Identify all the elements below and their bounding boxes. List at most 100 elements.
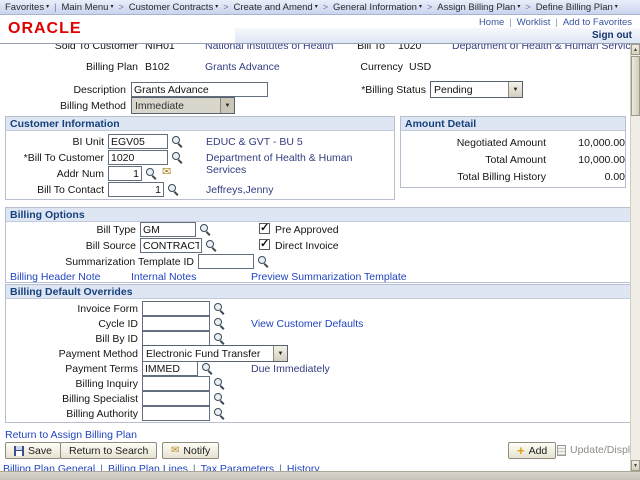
check-icon: ✓ [260,221,269,234]
billing-plan-label: Billing Plan [58,61,138,73]
billing-default-overrides-header: Billing Default Overrides [6,285,630,299]
payment-terms-label: Payment Terms [26,363,138,375]
billing-plan-general-link[interactable]: Billing Plan General [3,463,95,471]
cycle-id-input[interactable] [142,316,210,331]
billing-plan-lines-link[interactable]: Billing Plan Lines [108,463,188,471]
breadcrumb-separator: > [323,2,328,12]
bill-source-input[interactable] [140,238,202,253]
envelope-icon[interactable]: ✉ [162,167,171,178]
lookup-icon[interactable] [200,361,214,375]
sold-to-customer-value: NIH01 [145,44,175,52]
breadcrumb-item-label: General Information [333,2,417,13]
invoice-form-input[interactable] [142,301,210,316]
addr-num-label: Addr Num [14,168,104,180]
breadcrumb-item-label: Customer Contracts [129,2,213,13]
breadcrumb-create-and-amend[interactable]: Create and Amend ▾ [233,2,317,13]
document-icon [557,445,566,456]
scroll-up-button[interactable]: ▲ [631,44,640,55]
bill-to-name: Department of Health & Human Services [452,44,630,52]
add-to-favorites-link[interactable]: Add to Favorites [563,17,632,28]
billing-header-note-link[interactable]: Billing Header Note [10,271,100,283]
breadcrumb-favorites[interactable]: Favorites ▾ [5,2,49,13]
direct-invoice-checkbox[interactable]: ✓ [259,239,270,250]
billing-specialist-input[interactable] [142,391,210,406]
addr-num-input[interactable] [108,166,142,181]
lookup-icon[interactable] [170,134,184,148]
bill-to-customer-input[interactable] [108,150,168,165]
payment-terms-input[interactable] [142,361,198,376]
bill-to-contact-input[interactable] [108,182,164,197]
bi-unit-description: EDUC & GVT - BU 5 [206,136,303,148]
payment-method-label: Payment Method [26,348,138,360]
description-input[interactable] [131,82,268,97]
worklist-link[interactable]: Worklist [517,17,551,28]
billing-status-select[interactable]: Pending ▼ [430,81,523,98]
chevron-down-icon: ▾ [315,4,318,10]
lookup-icon[interactable] [212,316,226,330]
billing-options-section: Billing Options Bill Type ✓ Pre Approved… [5,207,630,283]
breadcrumb-separator: > [525,2,530,12]
vertical-scrollbar[interactable]: ▲ ▼ [630,44,640,471]
bill-by-id-input[interactable] [142,331,210,346]
pre-approved-checkbox[interactable]: ✓ [259,223,270,234]
notify-button[interactable]: ✉ Notify [162,442,219,459]
lookup-icon[interactable] [144,166,158,180]
tax-parameters-link[interactable]: Tax Parameters [201,463,275,471]
lookup-icon[interactable] [212,301,226,315]
bill-to-contact-label: Bill To Contact [14,184,104,196]
update-display-button: Update/Display [557,444,630,456]
history-link[interactable]: History [287,463,320,471]
breadcrumb-separator: > [118,2,123,12]
lookup-icon[interactable] [256,254,270,268]
customer-information-header: Customer Information [6,117,394,131]
billing-status-label: *Billing Status [336,84,426,96]
internal-notes-link[interactable]: Internal Notes [131,271,196,283]
breadcrumb-general-information[interactable]: General Information ▾ [333,2,422,13]
add-label: Add [529,445,548,457]
breadcrumb-favorites-label: Favorites [5,2,44,13]
breadcrumb: Favorites ▾ | Main Menu ▾ > Customer Con… [0,0,640,15]
header-link-separator: | [555,17,557,28]
billing-authority-input[interactable] [142,406,210,421]
return-to-assign-billing-plan-link[interactable]: Return to Assign Billing Plan [5,429,137,441]
bi-unit-input[interactable] [108,134,168,149]
billing-plan-value: B102 [145,61,170,73]
breadcrumb-separator: > [427,2,432,12]
lookup-icon[interactable] [212,331,226,345]
sign-out-link[interactable]: Sign out [592,30,632,41]
view-customer-defaults-link[interactable]: View Customer Defaults [251,318,363,330]
lookup-icon[interactable] [170,150,184,164]
breadcrumb-customer-contracts[interactable]: Customer Contracts ▾ [129,2,219,13]
breadcrumb-main-menu[interactable]: Main Menu ▾ [61,2,113,13]
billing-specialist-label: Billing Specialist [26,393,138,405]
billing-inquiry-input[interactable] [142,376,210,391]
lookup-icon[interactable] [198,222,212,236]
bill-type-label: Bill Type [36,224,136,236]
billing-inquiry-label: Billing Inquiry [26,378,138,390]
header-links: Home | Worklist | Add to Favorites [479,17,632,28]
breadcrumb-define-billing-plan[interactable]: Define Billing Plan ▾ [536,2,618,13]
preview-summarization-template-link[interactable]: Preview Summarization Template [251,271,407,283]
payment-method-select[interactable]: Electronic Fund Transfer ▼ [142,345,288,362]
scroll-thumb[interactable] [631,56,640,116]
lookup-icon[interactable] [204,238,218,252]
lookup-icon[interactable] [166,182,180,196]
summarization-template-id-input[interactable] [198,254,254,269]
amount-detail-header: Amount Detail [401,117,625,131]
chevron-down-icon: ▾ [615,4,618,10]
total-amount-label: Total Amount [411,154,546,166]
page-content: Sold To Customer NIH01 National Institut… [0,44,630,471]
scroll-down-button[interactable]: ▼ [631,460,640,471]
oracle-logo: ORACLE [8,20,82,38]
total-billing-history-value: 0.00 [547,171,625,183]
breadcrumb-assign-billing-plan[interactable]: Assign Billing Plan ▾ [437,2,520,13]
lookup-icon[interactable] [212,406,226,420]
lookup-icon[interactable] [212,376,226,390]
return-to-search-button[interactable]: Return to Search [60,442,157,459]
horizontal-scrollbar[interactable] [0,471,640,480]
lookup-icon[interactable] [212,391,226,405]
add-button[interactable]: + Add [508,442,556,459]
home-link[interactable]: Home [479,17,504,28]
save-button[interactable]: Save [5,442,61,459]
bill-type-input[interactable] [140,222,196,237]
